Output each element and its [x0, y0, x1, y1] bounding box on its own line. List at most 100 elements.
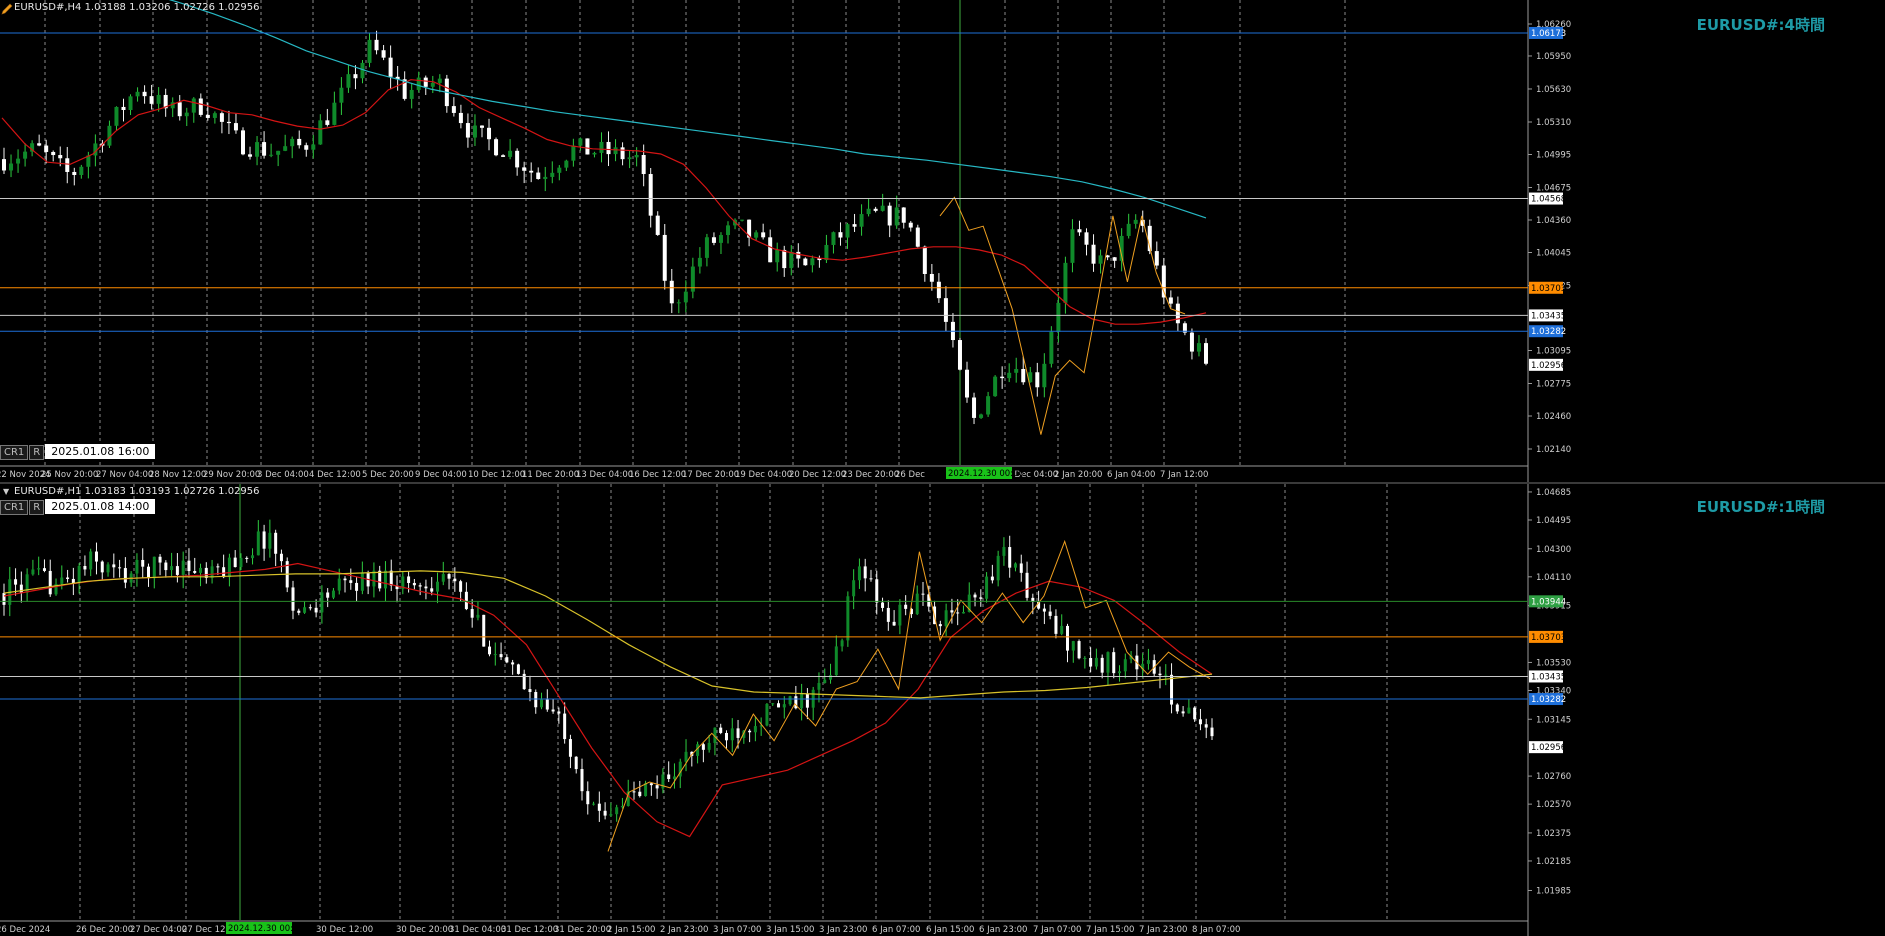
- pencil-icon[interactable]: [0, 2, 14, 16]
- dropdown-arrow-icon[interactable]: ▼: [3, 487, 9, 496]
- price-label: 1.02375: [1536, 829, 1571, 839]
- candle-body: [219, 113, 224, 122]
- candle-body: [789, 251, 794, 269]
- candle-body: [684, 751, 688, 762]
- candle-body: [979, 414, 984, 418]
- r-button[interactable]: R: [29, 445, 45, 460]
- candle-body: [648, 174, 653, 216]
- candle-body: [857, 566, 861, 581]
- candle-body: [453, 578, 457, 582]
- candle-body: [529, 170, 534, 173]
- time-label: 30 Dec 12:00: [316, 925, 373, 935]
- candle-body: [597, 803, 601, 811]
- candle-body: [233, 123, 238, 131]
- candle-body: [985, 576, 989, 599]
- h1-chart-canvas[interactable]: 26 Dec 2024 26 Dec 20:0027 Dec 04:0027 De…: [0, 484, 1885, 936]
- candle-body: [1154, 251, 1159, 266]
- price-label: 1.04360: [1536, 216, 1571, 226]
- candle-body: [1077, 229, 1082, 233]
- candle-body: [458, 112, 463, 124]
- candle-body: [37, 568, 41, 570]
- candle-body: [627, 157, 632, 160]
- r-button[interactable]: R: [29, 500, 45, 515]
- candle-body: [613, 147, 618, 155]
- candle-body: [72, 171, 77, 176]
- candle-body: [972, 397, 977, 418]
- candle-body: [1123, 659, 1127, 672]
- h4-chart-canvas[interactable]: 22 Nov 202425 Nov 20:0027 Nov 04:0028 No…: [0, 0, 1885, 483]
- candle-body: [65, 158, 70, 172]
- price-label: 1.03145: [1536, 715, 1571, 725]
- candle-body: [325, 120, 330, 125]
- candle-body: [142, 91, 147, 97]
- candle-body: [459, 581, 463, 592]
- h4-cursor-date: 2025.01.08 16:00: [45, 444, 156, 459]
- candle-body: [1106, 652, 1110, 673]
- candle-body: [606, 141, 611, 155]
- candle-body: [343, 578, 347, 581]
- candle-body: [216, 566, 220, 568]
- candle-body: [283, 146, 288, 151]
- candle-body: [901, 207, 906, 223]
- candle-body: [193, 571, 197, 573]
- h4-chart-title: EURUSD#:4時間: [1696, 16, 1825, 34]
- candle-body: [632, 791, 636, 793]
- candle-body: [152, 556, 156, 579]
- candle-body: [1013, 563, 1017, 568]
- candle-body: [44, 145, 49, 152]
- candle-body: [965, 369, 970, 398]
- candle-body: [170, 566, 174, 571]
- time-label: 13 Dec 04:00: [576, 470, 633, 480]
- candle-body: [936, 281, 941, 299]
- candle-body: [922, 246, 927, 274]
- candle-body: [222, 567, 226, 578]
- candle-body: [718, 235, 723, 243]
- cr1-button[interactable]: CR1: [0, 445, 29, 460]
- level-label: 1.03703: [1531, 633, 1566, 643]
- candle-body: [112, 564, 116, 568]
- candle-body: [1049, 331, 1054, 364]
- price-label: 1.02760: [1536, 772, 1571, 782]
- crosshair-time-label: 2024.12.30 00:00: [948, 469, 1024, 479]
- candle-body: [156, 94, 161, 104]
- candle-body: [412, 582, 416, 586]
- candle-body: [592, 152, 597, 155]
- zigzag-line: [607, 539, 1211, 852]
- price-label: 1.04110: [1536, 573, 1571, 583]
- candle-body: [1175, 704, 1179, 712]
- candle-body: [58, 155, 63, 159]
- time-label: 31 Dec 12:00: [501, 925, 558, 935]
- candle-body: [114, 106, 119, 126]
- cr1-button[interactable]: CR1: [0, 500, 29, 515]
- candle-body: [326, 592, 330, 598]
- candle-body: [938, 624, 942, 627]
- price-label: 1.02460: [1536, 412, 1571, 422]
- candle-body: [501, 155, 506, 157]
- candle-body: [1198, 719, 1202, 725]
- candle-body: [205, 114, 210, 118]
- candle-body: [276, 150, 281, 155]
- candle-body: [683, 291, 688, 303]
- candle-body: [493, 654, 497, 656]
- candle-body: [268, 532, 272, 549]
- candle-body: [803, 258, 808, 266]
- time-label: 17 Dec 20:00: [682, 470, 739, 480]
- candle-body: [123, 568, 127, 583]
- candle-body: [726, 225, 731, 236]
- candle-body: [239, 557, 243, 568]
- candle-body: [672, 776, 676, 780]
- candle-body: [416, 77, 421, 90]
- candle-body: [505, 657, 509, 663]
- candle-body: [1133, 219, 1138, 224]
- candle-body: [60, 577, 64, 584]
- candle-body: [212, 113, 217, 118]
- h4-chart-pane[interactable]: 22 Nov 2024 25 Nov 20:00 27 Nov 04:00 28 No…: [0, 0, 1885, 483]
- candle-body: [378, 570, 382, 589]
- time-label: 16 Dec 12:00: [629, 470, 686, 480]
- candle-body: [634, 155, 639, 158]
- price-label: 1.04675: [1536, 183, 1571, 193]
- h1-chart-pane[interactable]: 26 Dec 2024 26 Dec 20:00 27 Dec 04:00 27 De…: [0, 484, 1885, 936]
- candle-body: [957, 340, 962, 370]
- time-label: 10 Dec 12:00: [468, 470, 525, 480]
- candle-body: [487, 127, 492, 140]
